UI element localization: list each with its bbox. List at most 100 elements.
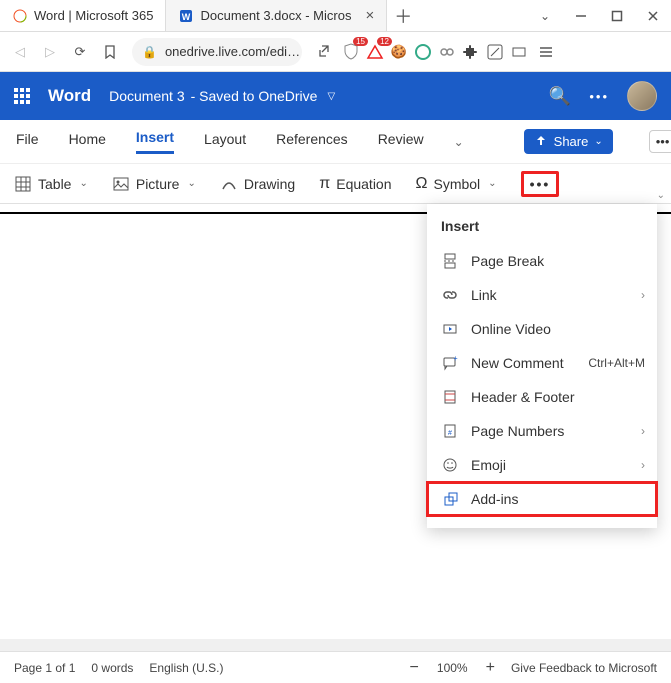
share-icon — [534, 135, 548, 149]
tab-dropdown-icon[interactable]: ⌄ — [527, 0, 563, 31]
ellipsis-icon: ••• — [530, 176, 551, 192]
addins-icon — [441, 490, 459, 508]
menu-online-video[interactable]: Online Video — [427, 312, 657, 346]
browser-menu-icon[interactable] — [532, 38, 560, 66]
tab-document3[interactable]: W Document 3.docx - Micros × — [166, 0, 387, 31]
lock-icon: 🔒 — [142, 45, 157, 59]
new-tab-button[interactable]: ＋ — [387, 0, 419, 31]
url-text: onedrive.live.com/edi… — [165, 44, 300, 59]
minimize-button[interactable] — [563, 0, 599, 31]
ribbon-tabs: File Home Insert Layout References Revie… — [0, 120, 671, 164]
avatar[interactable] — [627, 81, 657, 111]
emoji-icon — [441, 456, 459, 474]
shortcut-label: Ctrl+Alt+M — [588, 356, 645, 370]
status-words[interactable]: 0 words — [91, 661, 133, 675]
word-header: Word Document 3 - Saved to OneDrive ▽ 🔍 … — [0, 72, 671, 120]
bookmark-button[interactable] — [96, 38, 124, 66]
insert-picture-button[interactable]: Picture⌄ — [112, 175, 196, 193]
tab-label: Word | Microsoft 365 — [34, 8, 153, 23]
table-icon — [14, 175, 32, 193]
horizontal-scrollbar[interactable] — [0, 639, 671, 651]
more-tabs-chevron[interactable]: ⌄ — [454, 135, 464, 149]
tab-file[interactable]: File — [16, 131, 39, 153]
forward-button[interactable]: ▷ — [36, 38, 64, 66]
extension-shield-icon[interactable]: 15 — [340, 41, 362, 63]
doc-title-group[interactable]: Document 3 - Saved to OneDrive ▽ — [109, 88, 335, 104]
status-bar: Page 1 of 1 0 words English (U.S.) − 100… — [0, 651, 671, 683]
ribbon-overflow-button[interactable]: ••• — [649, 130, 671, 153]
omega-icon: Ω — [416, 175, 428, 193]
url-box[interactable]: 🔒 onedrive.live.com/edi… — [132, 38, 302, 66]
pi-icon: π — [319, 175, 330, 193]
svg-text:W: W — [182, 12, 191, 22]
video-icon — [441, 320, 459, 338]
browser-toolbar: ◁ ▷ ⟳ 🔒 onedrive.live.com/edi… 15 12 🍪 — [0, 32, 671, 72]
word-favicon: W — [178, 8, 194, 24]
chevron-right-icon: › — [641, 424, 645, 438]
save-status: - Saved to OneDrive — [191, 88, 318, 104]
menu-page-break[interactable]: Page Break — [427, 244, 657, 278]
page-numbers-icon: # — [441, 422, 459, 440]
back-button[interactable]: ◁ — [6, 38, 34, 66]
insert-menu-title: Insert — [427, 212, 657, 244]
zoom-in-button[interactable]: + — [486, 659, 495, 677]
triangle-badge: 12 — [377, 37, 392, 46]
office-favicon — [12, 8, 28, 24]
insert-table-button[interactable]: Table⌄ — [14, 175, 88, 193]
menu-emoji[interactable]: Emoji › — [427, 448, 657, 482]
maximize-button[interactable] — [599, 0, 635, 31]
document-area[interactable]: Insert Page Break Link › Online Video + … — [0, 204, 671, 639]
insert-toolbar: Table⌄ Picture⌄ Drawing πEquation ΩSymbo… — [0, 164, 671, 204]
insert-overflow-menu: Insert Page Break Link › Online Video + … — [427, 204, 657, 528]
chevron-right-icon: › — [641, 288, 645, 302]
status-language[interactable]: English (U.S.) — [149, 661, 223, 675]
extension-rect-icon[interactable] — [508, 41, 530, 63]
extension-slash-icon[interactable] — [484, 41, 506, 63]
more-options-icon[interactable]: ••• — [589, 89, 609, 104]
reload-button[interactable]: ⟳ — [66, 38, 94, 66]
zoom-out-button[interactable]: − — [410, 659, 419, 677]
doc-name: Document 3 — [109, 88, 184, 104]
chevron-right-icon: › — [641, 458, 645, 472]
status-page[interactable]: Page 1 of 1 — [14, 661, 75, 675]
chevron-down-icon: ⌄ — [594, 136, 602, 147]
menu-header-footer[interactable]: Header & Footer — [427, 380, 657, 414]
menu-new-comment[interactable]: + New Comment Ctrl+Alt+M — [427, 346, 657, 380]
menu-page-numbers[interactable]: # Page Numbers › — [427, 414, 657, 448]
feedback-link[interactable]: Give Feedback to Microsoft — [511, 661, 657, 675]
extension-triangle-icon[interactable]: 12 — [364, 41, 386, 63]
insert-equation-button[interactable]: πEquation — [319, 175, 391, 193]
link-icon — [441, 286, 459, 304]
zoom-level[interactable]: 100% — [437, 661, 468, 675]
chevron-down-icon: ⌄ — [79, 178, 87, 189]
page-break-icon — [441, 252, 459, 270]
extensions-puzzle-icon[interactable] — [460, 41, 482, 63]
extension-c-icon[interactable] — [412, 41, 434, 63]
tab-label: Document 3.docx - Micros — [200, 8, 351, 23]
share-url-button[interactable] — [310, 38, 338, 66]
insert-overflow-button[interactable]: ••• — [521, 171, 560, 197]
insert-drawing-button[interactable]: Drawing — [220, 175, 295, 193]
app-title: Word — [48, 86, 91, 106]
close-window-button[interactable] — [635, 0, 671, 31]
tab-review[interactable]: Review — [378, 131, 424, 153]
menu-link[interactable]: Link › — [427, 278, 657, 312]
svg-text:#: # — [448, 430, 452, 437]
collapse-ribbon-icon[interactable]: ⌄ — [657, 190, 665, 201]
share-label: Share — [554, 134, 589, 149]
share-button[interactable]: Share ⌄ — [524, 129, 613, 154]
tab-home[interactable]: Home — [69, 131, 106, 153]
tab-word365[interactable]: Word | Microsoft 365 — [0, 0, 166, 31]
drawing-icon — [220, 175, 238, 193]
close-tab-icon[interactable]: × — [365, 7, 374, 24]
extension-links-icon[interactable] — [436, 41, 458, 63]
chevron-down-icon: ▽ — [327, 91, 335, 102]
menu-addins[interactable]: Add-ins — [427, 482, 657, 516]
tab-layout[interactable]: Layout — [204, 131, 246, 153]
tab-insert[interactable]: Insert — [136, 129, 174, 154]
chevron-down-icon: ⌄ — [488, 178, 496, 189]
tab-references[interactable]: References — [276, 131, 348, 153]
search-icon[interactable]: 🔍 — [549, 86, 571, 107]
insert-symbol-button[interactable]: ΩSymbol⌄ — [416, 175, 497, 193]
app-launcher-icon[interactable] — [14, 88, 30, 104]
